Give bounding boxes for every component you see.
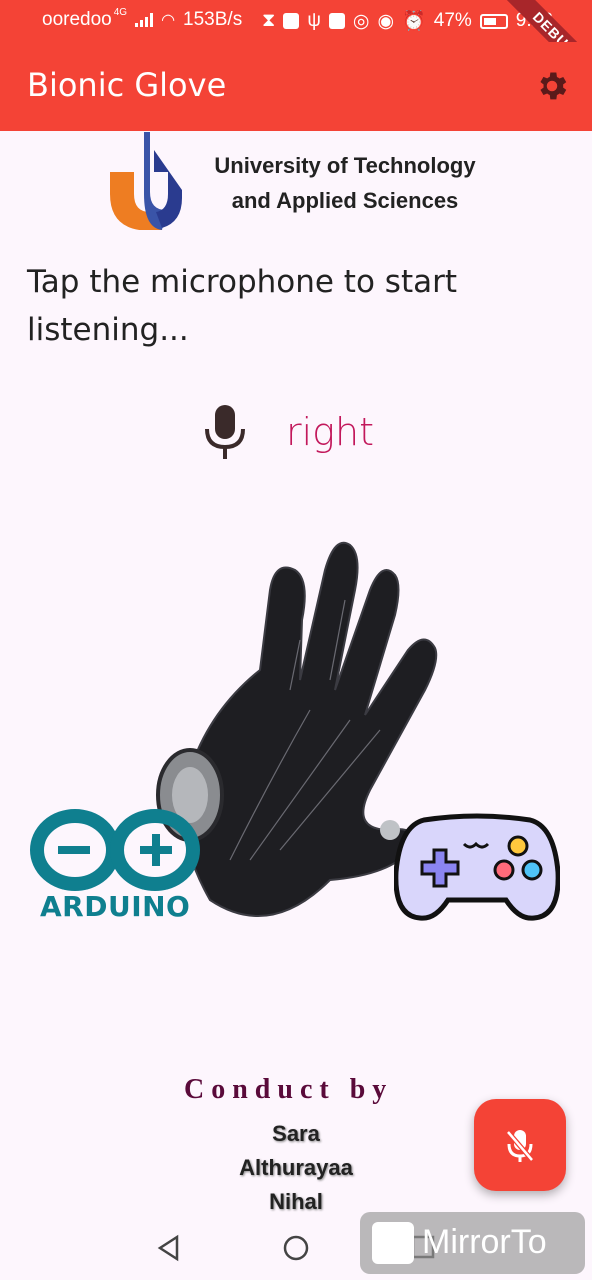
arduino-text: ARDUINO: [40, 890, 191, 923]
eye-icon: ◉: [377, 10, 395, 32]
listening-prompt: Tap the microphone to start listening...: [27, 264, 457, 348]
university-logo: [110, 132, 182, 230]
battery-icon: [479, 13, 508, 29]
status-right: ⧗ ψ ◎ ◉ ⏰ 47% 9:23: [262, 9, 553, 33]
wifi-icon: ◠: [161, 12, 176, 29]
mirror-label: MirrorTo: [422, 1223, 547, 1261]
battery-percent: 47%: [433, 10, 472, 31]
gamepad-icon: [394, 813, 560, 921]
mirror-logo-icon: [372, 1222, 414, 1264]
usb-icon: ψ: [307, 10, 321, 31]
gear-icon[interactable]: [534, 68, 570, 104]
university-name-line1: University of Technology: [214, 153, 476, 178]
app-icon: [283, 13, 300, 29]
status-left: ooredoo 4G ◠ 153B/s: [42, 6, 243, 31]
home-icon[interactable]: [282, 1234, 310, 1262]
network-type: 4G: [113, 6, 128, 18]
university-name-line2: and Applied Sciences: [231, 188, 459, 213]
mirror-overlay: MirrorTo: [360, 1212, 585, 1274]
credits-member: Nihal: [269, 1189, 323, 1214]
recognized-text: right: [286, 410, 374, 454]
status-bar: ooredoo 4G ◠ 153B/s ⧗ ψ ◎ ◉ ⏰ 47% 9:23: [0, 0, 592, 42]
shield-icon: [328, 13, 345, 29]
app-title: Bionic Glove: [27, 66, 227, 104]
credits-heading: Conduct by: [184, 1074, 394, 1105]
back-icon[interactable]: [155, 1234, 183, 1262]
nfc-icon: ◎: [352, 10, 370, 32]
mic-icon: [205, 405, 245, 459]
hourglass-icon: ⧗: [262, 10, 276, 31]
alarm-icon: ⏰: [402, 11, 426, 32]
credits-member: Sara: [272, 1121, 320, 1146]
signal-icon: [135, 13, 154, 27]
university-name: University of Technology and Applied Sci…: [182, 148, 508, 218]
credits-member: Althurayaa: [239, 1155, 353, 1180]
network-speed: 153B/s: [183, 9, 243, 30]
mic-toggle-button[interactable]: [474, 1099, 566, 1191]
mic-off-icon: [506, 1130, 534, 1162]
app-bar: Bionic Glove: [0, 42, 592, 131]
carrier-label: ooredoo: [42, 9, 112, 30]
